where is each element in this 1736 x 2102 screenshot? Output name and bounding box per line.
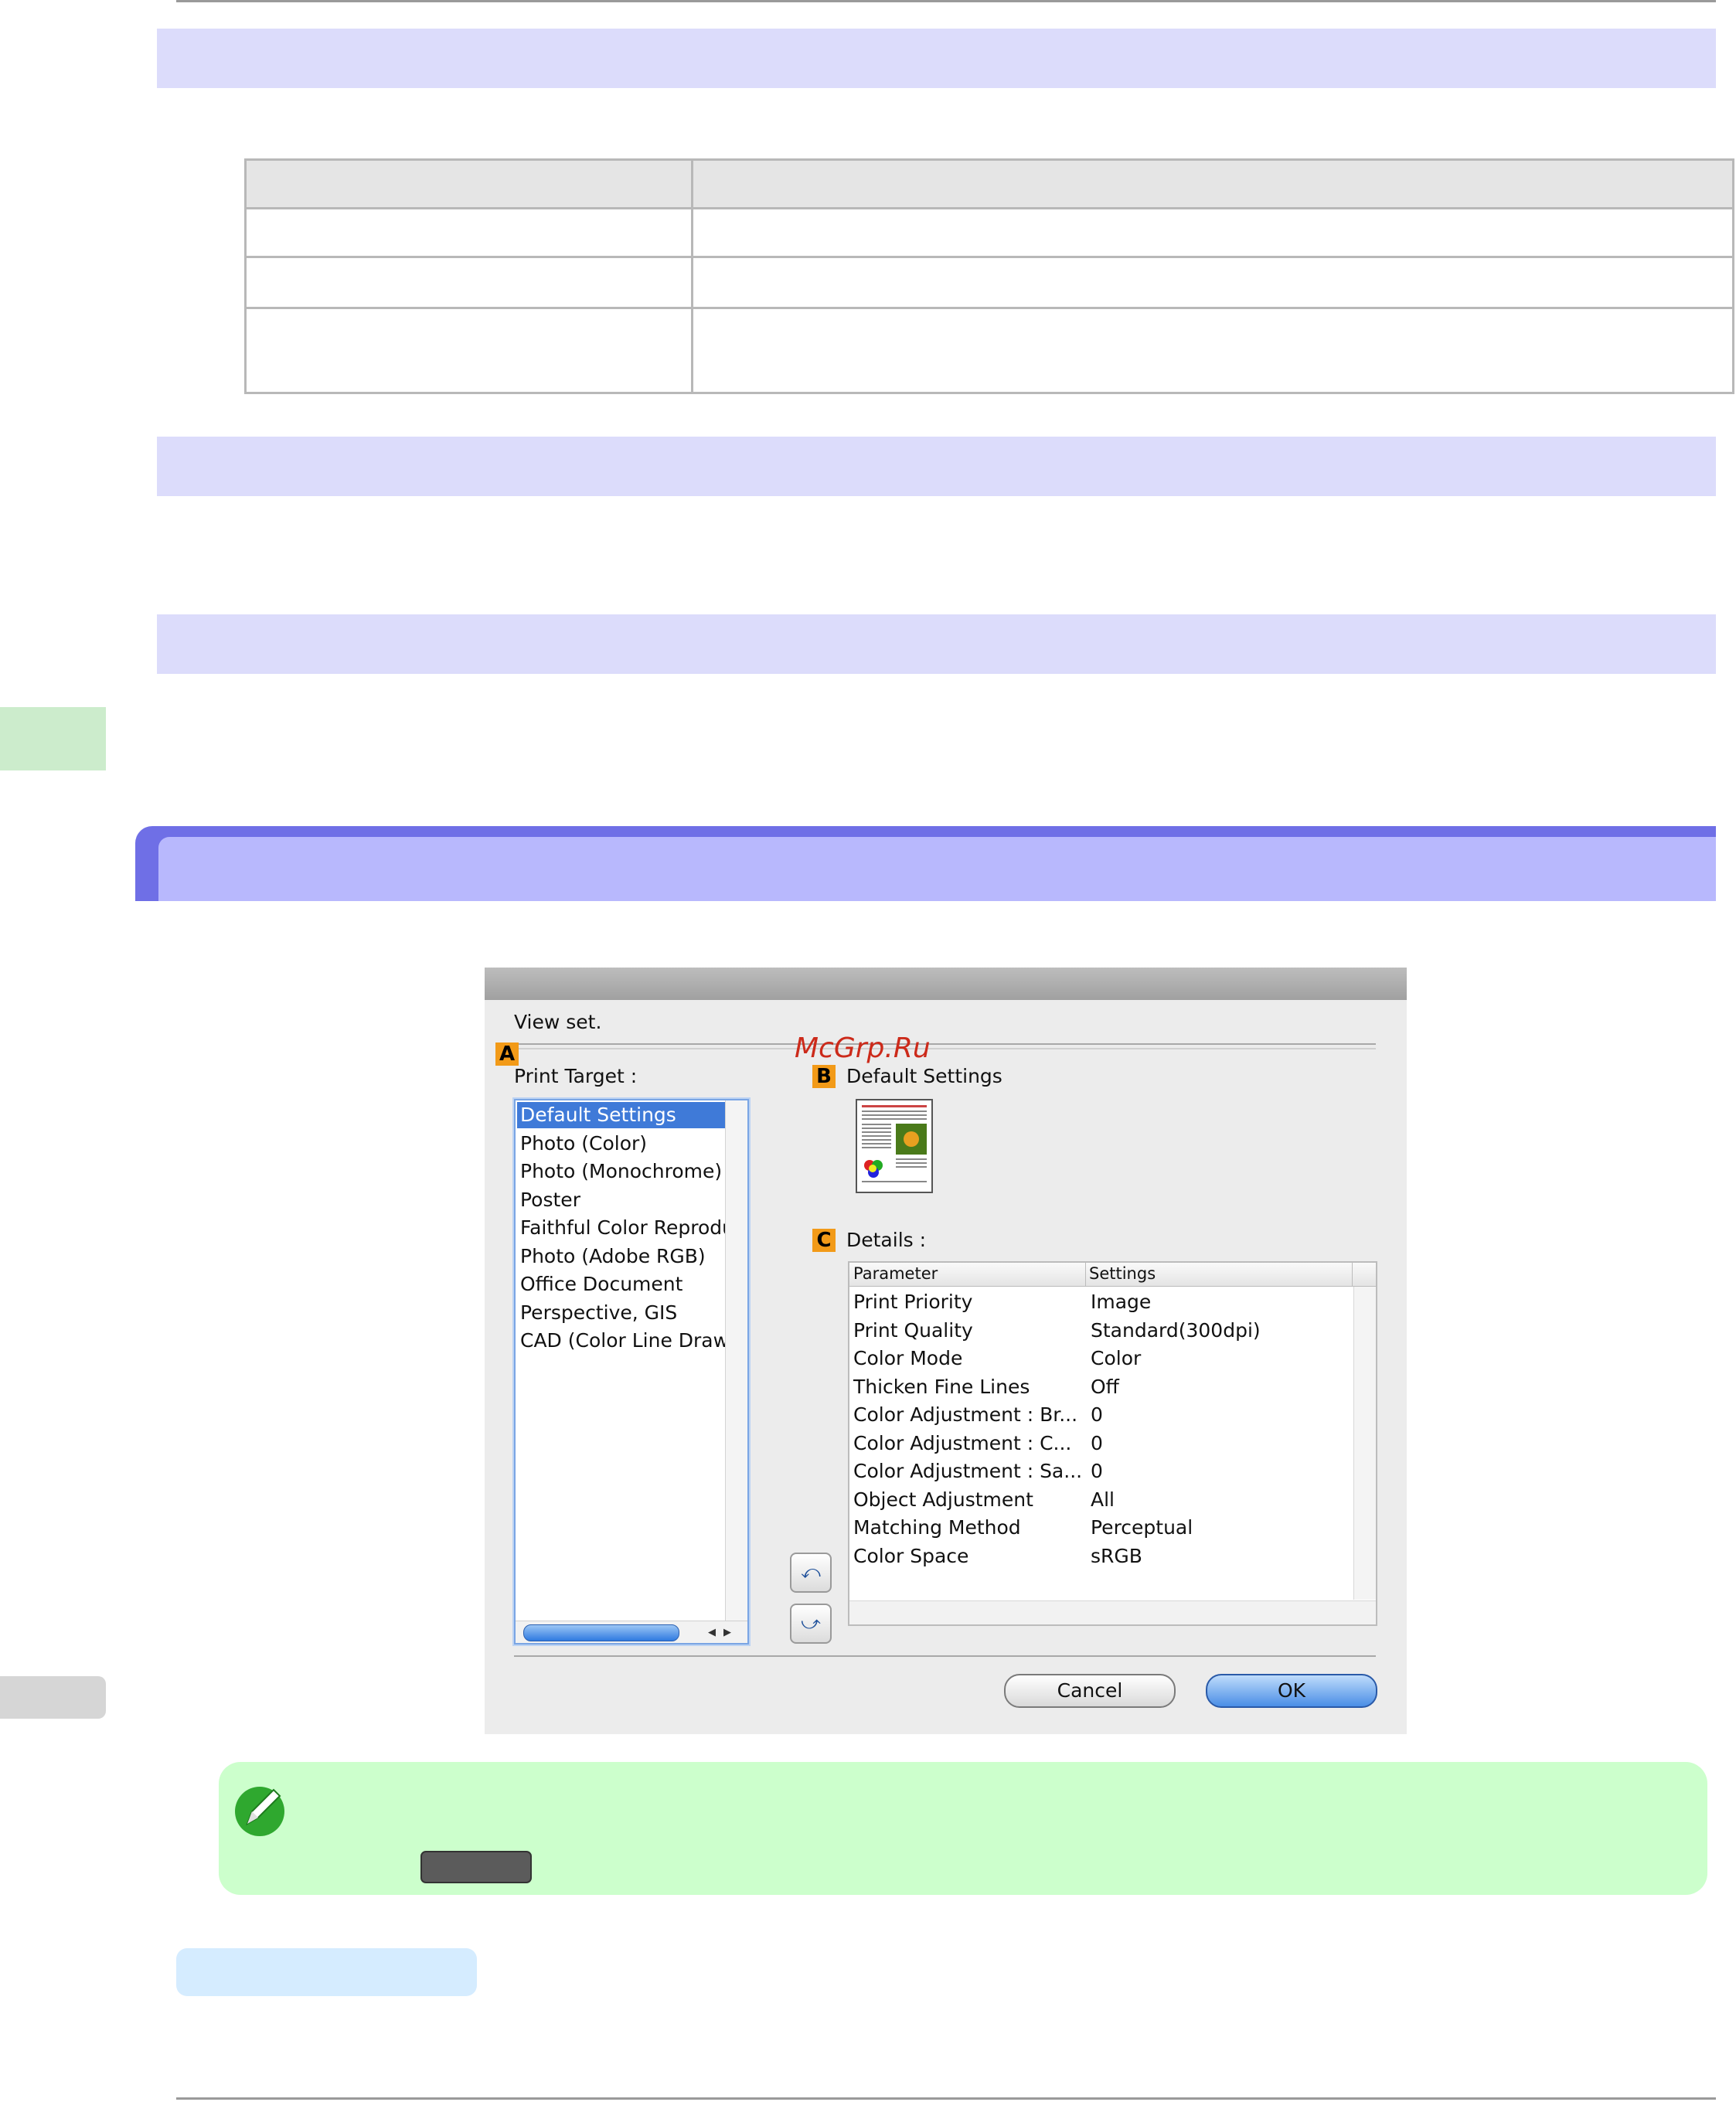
details-parameter-cell[interactable]: Color Space xyxy=(853,1545,968,1567)
dialog-title-bar xyxy=(485,968,1407,1000)
details-horizontal-scrollbar[interactable] xyxy=(849,1600,1376,1624)
dialog-divider xyxy=(514,1655,1376,1657)
details-value-cell[interactable]: 0 xyxy=(1091,1460,1103,1482)
import-icon: ⤺ xyxy=(801,1562,821,1583)
section-heading-inner xyxy=(158,837,1716,901)
settings-column-header[interactable]: Settings xyxy=(1089,1264,1156,1283)
view-set-label: View set. xyxy=(514,1011,602,1033)
watermark: McGrp.Ru xyxy=(795,1032,931,1064)
heading-band xyxy=(157,437,1716,496)
details-value-cell[interactable]: sRGB xyxy=(1091,1545,1142,1567)
table-cell xyxy=(691,207,1734,258)
pencil-icon xyxy=(229,1777,291,1839)
list-item[interactable]: Office Document xyxy=(520,1273,682,1295)
details-value-cell[interactable]: Color xyxy=(1091,1347,1141,1369)
details-parameter-cell[interactable]: Object Adjustment xyxy=(853,1488,1033,1511)
marker-c: C xyxy=(812,1229,836,1252)
details-parameter-cell[interactable]: Matching Method xyxy=(853,1516,1021,1539)
print-target-label: Print Target : xyxy=(514,1065,638,1087)
list-item[interactable]: Default Settings xyxy=(520,1104,676,1126)
list-item[interactable]: Photo (Adobe RGB) xyxy=(520,1245,706,1267)
ok-button[interactable]: OK xyxy=(1206,1674,1377,1708)
scroll-thumb[interactable] xyxy=(523,1624,679,1641)
details-value-cell[interactable]: 0 xyxy=(1091,1403,1103,1426)
details-value-cell[interactable]: Standard(300dpi) xyxy=(1091,1319,1261,1342)
table-cell xyxy=(691,158,1734,209)
marker-a: A xyxy=(495,1042,519,1066)
list-item[interactable]: CAD (Color Line Drawing xyxy=(520,1329,747,1352)
column-divider xyxy=(1085,1263,1086,1286)
details-parameter-cell[interactable]: Print Priority xyxy=(853,1291,972,1313)
table-row xyxy=(244,307,1734,394)
table-cell xyxy=(244,307,693,394)
table-row xyxy=(244,207,1734,258)
dialog-divider xyxy=(514,1043,1376,1045)
print-target-preview-icon xyxy=(856,1099,933,1193)
details-vertical-scrollbar[interactable] xyxy=(1353,1287,1376,1600)
table-header-row xyxy=(244,158,1734,209)
scroll-right-icon[interactable]: ▶ xyxy=(720,1624,735,1640)
subheading-box xyxy=(176,1948,477,1996)
default-settings-label: Default Settings xyxy=(846,1065,1002,1087)
column-divider xyxy=(1352,1263,1353,1286)
list-item[interactable]: Photo (Color) xyxy=(520,1132,647,1155)
list-item[interactable]: Poster xyxy=(520,1189,580,1211)
table-cell xyxy=(244,207,693,258)
heading-band xyxy=(157,614,1716,674)
print-target-list[interactable]: Default Settings Photo (Color) Photo (Mo… xyxy=(514,1099,749,1645)
list-item[interactable]: Faithful Color Reproduct xyxy=(520,1216,747,1239)
table-cell xyxy=(691,307,1734,394)
cancel-button[interactable]: Cancel xyxy=(1004,1674,1176,1708)
table-cell xyxy=(244,256,693,309)
details-parameter-cell[interactable]: Color Adjustment : Br... xyxy=(853,1403,1077,1426)
info-table xyxy=(244,158,1734,394)
parameter-column-header[interactable]: Parameter xyxy=(853,1264,938,1283)
details-parameter-cell[interactable]: Print Quality xyxy=(853,1319,973,1342)
details-parameter-cell[interactable]: Color Mode xyxy=(853,1347,962,1369)
details-value-cell[interactable]: Perceptual xyxy=(1091,1516,1193,1539)
table-cell xyxy=(691,256,1734,309)
details-parameter-cell[interactable]: Thicken Fine Lines xyxy=(853,1376,1030,1398)
details-label: Details : xyxy=(846,1229,927,1251)
list-vertical-scrollbar[interactable] xyxy=(725,1100,747,1643)
marker-b: B xyxy=(812,1065,836,1088)
scroll-left-icon[interactable]: ◀ xyxy=(704,1624,720,1640)
details-value-cell[interactable]: Image xyxy=(1091,1291,1151,1313)
import-button[interactable]: ⤺ xyxy=(790,1553,832,1593)
list-item[interactable]: Perspective, GIS xyxy=(520,1301,677,1324)
chapter-tab xyxy=(0,707,106,770)
details-parameter-cell[interactable]: Color Adjustment : C... xyxy=(853,1432,1071,1454)
table-row xyxy=(244,256,1734,309)
details-value-cell[interactable]: 0 xyxy=(1091,1432,1103,1454)
bottom-rule xyxy=(176,2097,1716,2100)
table-cell xyxy=(244,158,693,209)
key-button-icon xyxy=(420,1851,532,1883)
export-button[interactable]: ⤻ xyxy=(790,1604,832,1644)
list-horizontal-scrollbar[interactable]: ◀ ▶ xyxy=(516,1621,747,1643)
view-set-dialog: View set. A Print Target : B Default Set… xyxy=(485,968,1407,1734)
details-table[interactable]: Parameter Settings Print Priority Image Pr… xyxy=(848,1261,1377,1626)
details-value-cell[interactable]: All xyxy=(1091,1488,1115,1511)
page-tab xyxy=(0,1676,106,1719)
dialog-divider xyxy=(514,1048,1376,1049)
details-header: Parameter Settings xyxy=(849,1263,1376,1287)
export-icon: ⤻ xyxy=(801,1613,821,1634)
top-rule xyxy=(176,0,1716,2)
list-item[interactable]: Photo (Monochrome) xyxy=(520,1160,722,1182)
details-value-cell[interactable]: Off xyxy=(1091,1376,1119,1398)
details-parameter-cell[interactable]: Color Adjustment : Sa... xyxy=(853,1460,1082,1482)
heading-band xyxy=(157,29,1716,88)
